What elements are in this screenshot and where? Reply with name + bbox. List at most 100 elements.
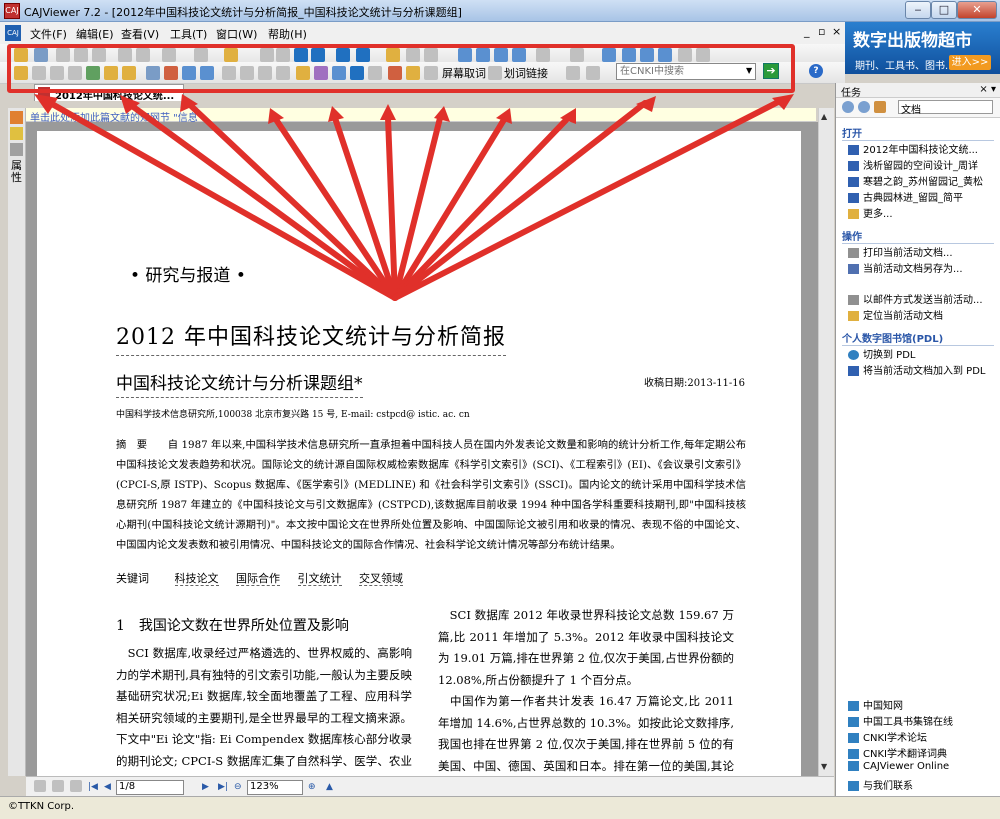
minimize-button[interactable]: ‒ [905,1,931,19]
switch-pdl-link[interactable]: 切换到 PDL [848,346,996,361]
document-icon [848,145,859,155]
link-cnki[interactable]: 中国知网 [848,697,996,712]
prev-page-icon[interactable]: ◀ [104,782,111,792]
menu-edit[interactable]: 编辑(E) [76,26,114,42]
mdi-restore-icon[interactable]: ▫ [818,25,825,38]
link-contact-us[interactable]: 与我们联系 [848,777,996,792]
highlight-annotation-box [7,44,795,93]
web-icon [848,749,859,759]
recent-document[interactable]: 2012年中国科技论文统... [848,141,996,156]
article-title: 2012 年中国科技论文统计与分析简报 [116,319,506,356]
task-pane-header: 任务 × ▾ [836,83,1000,99]
article-abstract: 摘 要 自 1987 年以来,中国科学技术信息研究所一直承担着中国科技人员在国内… [116,439,746,551]
zoom-dropdown-icon[interactable]: ▲ [326,782,333,792]
banner-subtitle: 期刊、工具书、图书... [855,61,955,72]
body-right-column: SCI 数据库 2012 年收录世界科技论文总数 159.67 万篇,比 201… [438,608,734,781]
menu-window[interactable]: 窗口(W) [216,26,257,42]
keywords-line: 关键词 科技论文 国际合作 引文统计 交叉领域 [116,570,417,586]
zoom-field[interactable]: 123% [247,780,303,795]
add-document-icon [848,366,859,376]
scroll-down-icon[interactable]: ▼ [821,762,827,771]
task-pane-close-icon[interactable]: × ▾ [979,84,996,95]
add-to-pdl-link[interactable]: 将当前活动文档加入到 PDL [848,362,996,377]
folder-icon [848,311,859,321]
author-affiliation: 中国科学技术信息研究所,100038 北京市复兴路 15 号, E-mail: … [116,410,470,420]
link-reference-books[interactable]: 中国工具书集锦在线 [848,713,996,728]
properties-tab[interactable]: 属 性 [11,160,23,184]
section-open: 打开 [842,125,994,141]
link-cajviewer-online[interactable]: CAJViewer Online [848,761,996,772]
properties-panel-icon[interactable] [10,143,23,156]
keyword: 交叉领域 [359,572,403,586]
document-page: • 研究与报道 • 2012 年中国科技论文统计与分析简报 中国科技论文统计与分… [37,131,801,781]
home-icon[interactable] [874,101,886,113]
page-number-field[interactable]: 1/8 [116,780,184,795]
menu-view[interactable]: 查看(V) [121,26,159,42]
more-documents-link[interactable]: 更多... [848,205,996,220]
maximize-button[interactable]: □ [931,1,957,19]
locate-document-link[interactable]: 定位当前活动文档 [848,307,996,322]
app-icon: CAJ [4,3,20,19]
save-icon [848,264,859,274]
link-dictionary[interactable]: CNKI学术翻译词典 [848,745,996,760]
menu-help[interactable]: 帮助(H) [268,26,307,42]
print-icon [848,248,859,258]
task-pane-nav: 文档 [836,98,1000,118]
menu-tools[interactable]: 工具(T) [170,26,207,42]
forward-icon[interactable] [858,101,870,113]
web-icon [848,717,859,727]
document-viewer[interactable]: • 研究与报道 • 2012 年中国科技论文统计与分析简报 中国科技论文统计与分… [26,122,818,781]
last-page-icon[interactable]: ▶| [218,782,228,792]
vertical-scrollbar[interactable]: ▲ ▼ [818,108,834,776]
digital-publishing-banner[interactable]: 数字出版物超市 期刊、工具书、图书... 进入>> [845,22,1000,74]
task-pane: 任务 × ▾ 文档 打开 2012年中国科技论文统... 浅析留园的空间设计_周… [835,83,1000,796]
close-button[interactable]: ✕ [957,1,997,19]
document-icon [848,161,859,171]
copyright-text: ©TTKN Corp. [8,801,74,812]
menu-bar: CAJ 文件(F) 编辑(E) 查看(V) 工具(T) 窗口(W) 帮助(H) … [0,22,845,44]
recent-document[interactable]: 寒碧之韵_苏州留园记_黄松 [848,173,996,188]
print-document-link[interactable]: 打印当前活动文档... [848,244,996,259]
document-icon [848,177,859,187]
status-bar: ©TTKN Corp. [0,796,1000,819]
task-pane-selector[interactable]: 文档 [898,100,993,116]
mdi-minimize-icon[interactable]: _ [804,25,810,38]
keyword: 引文统计 [297,572,342,586]
recent-document[interactable]: 浅析留园的空间设计_周详 [848,157,996,172]
body-left-column: SCI 数据库,收录经过严格遴选的、世界权威的、高影响力的学术期刊,具有独特的引… [116,646,412,781]
back-icon[interactable] [842,101,854,113]
banner-title: 数字出版物超市 [853,31,972,51]
mail-icon [848,781,859,791]
web-icon [848,761,859,771]
left-sidebar: 属 性 [8,108,26,776]
recent-document[interactable]: 古典园林进_留园_简平 [848,189,996,204]
help-icon[interactable]: ? [809,64,823,78]
zoom-out-icon[interactable]: ⊖ [234,782,242,792]
section-heading: • 研究与报道 • [130,266,246,286]
email-document-link[interactable]: 以邮件方式发送当前活动... [848,291,996,306]
view-mode-icon[interactable] [70,780,82,792]
next-page-icon[interactable]: ▶ [202,782,209,792]
scroll-up-icon[interactable]: ▲ [821,112,827,121]
save-as-link[interactable]: 当前活动文档另存为... [848,260,996,275]
received-date: 收稿日期:2013-11-16 [644,378,746,389]
folder-icon [848,209,859,219]
doc-logo-icon[interactable]: CAJ [5,25,21,41]
view-mode-icon[interactable] [52,780,64,792]
link-forum[interactable]: CNKI学术论坛 [848,729,996,744]
mdi-close-icon[interactable]: × [832,25,841,38]
bookmark-panel-icon[interactable] [10,127,23,140]
zoom-in-icon[interactable]: ⊕ [308,782,316,792]
web-icon [848,701,859,711]
view-mode-icon[interactable] [34,780,46,792]
annotation-panel-icon[interactable] [10,111,23,124]
banner-enter-button[interactable]: 进入>> [949,55,991,70]
switch-icon [848,350,859,360]
keyword: 科技论文 [174,572,219,586]
title-bar: CAJ CAJViewer 7.2 - [2012年中国科技论文统计与分析简报_… [0,0,1000,22]
section-1-heading: 1 我国论文数在世界所处位置及影响 [116,618,349,634]
menu-file[interactable]: 文件(F) [30,26,67,42]
info-bar[interactable]: 单击此处添加此篇文献的知网节 "信息 [26,108,816,124]
email-icon [848,295,859,305]
first-page-icon[interactable]: |◀ [88,782,98,792]
